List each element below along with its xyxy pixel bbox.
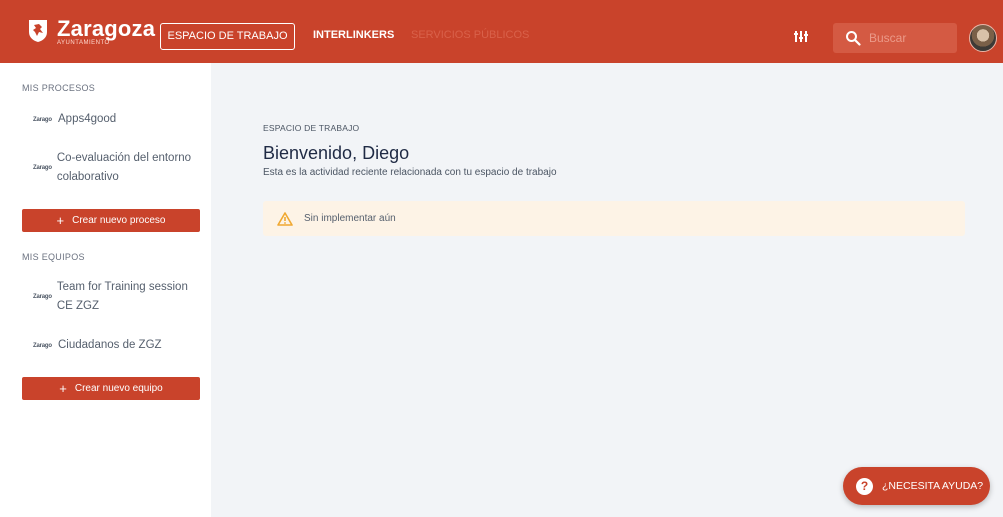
sidebar-item-co-evaluacion[interactable]: Zarago Co-evaluación del entorno colabor… <box>33 149 203 187</box>
processes-section-title: MIS PROCESOS <box>22 83 96 93</box>
sidebar-item-team-training[interactable]: Zarago Team for Training session CE ZGZ <box>33 278 203 316</box>
lion-shield-icon <box>29 20 47 42</box>
search-icon <box>846 31 861 46</box>
sidebar-item-label: Ciudadanos de ZGZ <box>58 339 162 351</box>
search-input[interactable] <box>869 31 949 45</box>
tab-espacio-de-trabajo[interactable]: ESPACIO DE TRABAJO <box>160 23 295 50</box>
brand-name: Zaragoza <box>57 16 156 41</box>
top-navbar: Zaragoza AYUNTAMIENTO ESPACIO DE TRABAJO… <box>0 0 1003 63</box>
zaragoza-logo[interactable]: Zaragoza AYUNTAMIENTO <box>28 18 155 46</box>
sidebar: MIS PROCESOS Zarago Apps4good Zarago Co-… <box>0 63 211 517</box>
teams-section-title: MIS EQUIPOS <box>22 252 85 262</box>
warning-alert: Sin implementar aún <box>263 201 965 236</box>
filter-sliders-icon[interactable] <box>793 28 809 44</box>
create-process-button[interactable]: + Crear nuevo proceso <box>22 209 200 232</box>
user-avatar[interactable] <box>969 24 997 52</box>
tab-interlinkers[interactable]: INTERLINKERS <box>313 23 394 50</box>
sidebar-item-label: Apps4good <box>58 113 117 125</box>
team-logo: Zarago <box>33 342 52 349</box>
sidebar-item-label: Co-evaluación del entorno colaborativo <box>56 152 192 183</box>
page-title: Bienvenido, Diego <box>263 143 410 163</box>
help-button[interactable]: ? ¿NECESITA AYUDA? <box>843 467 990 505</box>
question-icon: ? <box>856 477 873 495</box>
sidebar-item-ciudadanos[interactable]: Zarago Ciudadanos de ZGZ <box>33 336 162 355</box>
warning-icon <box>277 211 293 226</box>
sidebar-item-apps4good[interactable]: Zarago Apps4good <box>33 110 116 129</box>
create-team-label: Crear nuevo equipo <box>74 383 163 394</box>
create-process-label: Crear nuevo proceso <box>72 215 166 226</box>
plus-icon: + <box>59 380 67 396</box>
plus-icon: + <box>56 212 65 228</box>
create-team-button[interactable]: + Crear nuevo equipo <box>22 377 200 400</box>
sidebar-item-label: Team for Training session CE ZGZ <box>56 281 188 312</box>
breadcrumb: ESPACIO DE TRABAJO <box>263 123 360 133</box>
process-logo: Zarago <box>33 116 52 123</box>
brand-subtitle: AYUNTAMIENTO <box>57 40 110 46</box>
search-box[interactable] <box>833 23 957 53</box>
process-logo: Zarago <box>33 165 52 171</box>
page-subtitle: Esta es la actividad reciente relacionad… <box>263 167 557 178</box>
alert-message: Sin implementar aún <box>304 213 396 224</box>
tab-servicios-publicos[interactable]: SERVICIOS PÚBLICOS <box>411 23 529 50</box>
team-logo: Zarago <box>33 294 52 300</box>
help-label: ¿NECESITA AYUDA? <box>882 480 984 492</box>
